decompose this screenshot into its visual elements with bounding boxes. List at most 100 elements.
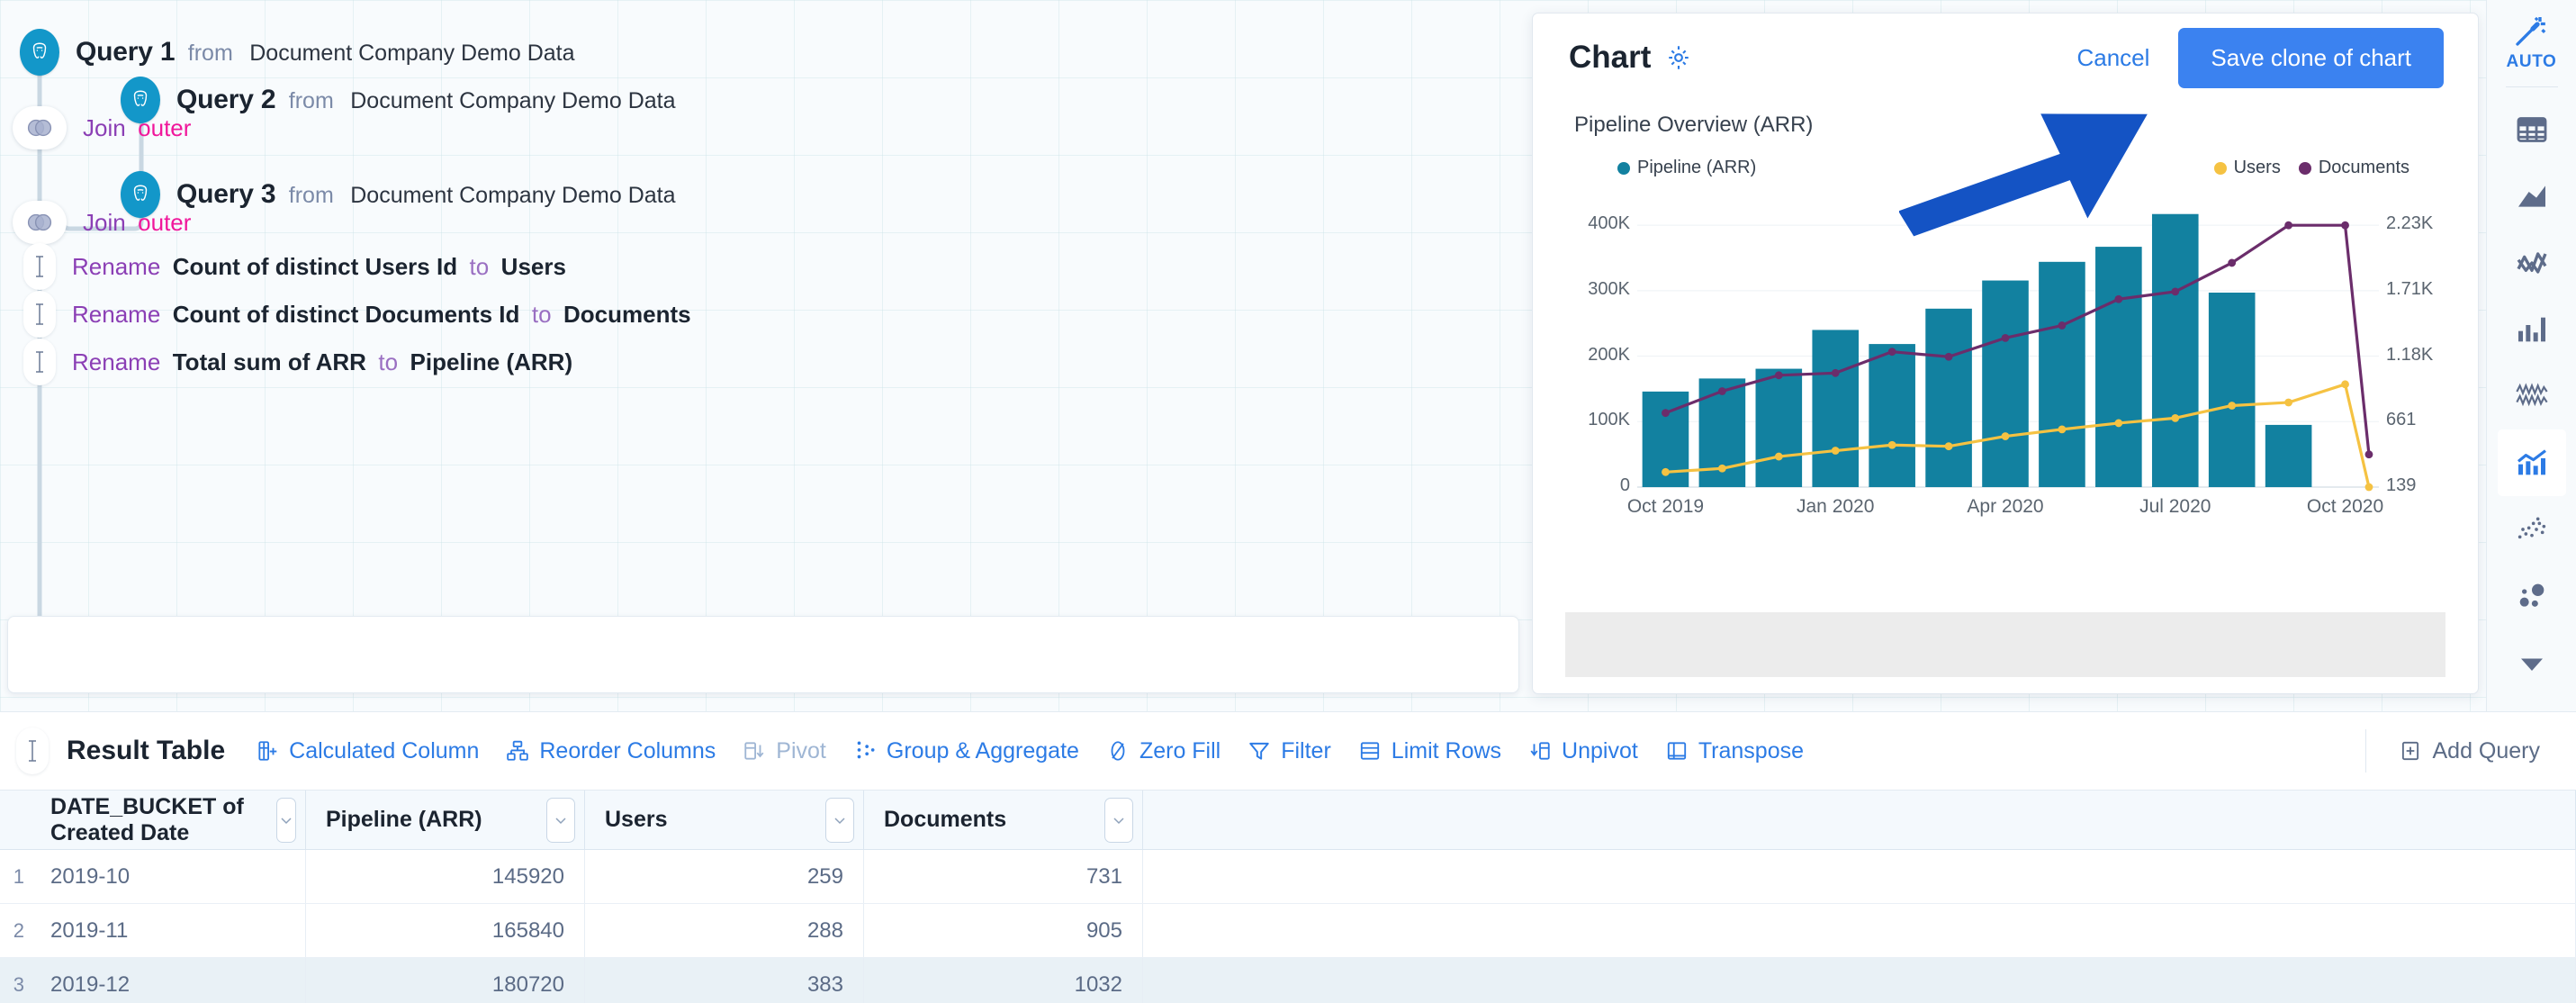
rename-source-column: Count of distinct Documents Id	[172, 300, 520, 328]
group-aggregate-label: Group & Aggregate	[886, 737, 1079, 764]
limit-rows-button[interactable]: Limit Rows	[1358, 738, 1501, 764]
chevron-down-icon[interactable]	[825, 797, 854, 843]
cell-pipeline-arr: 145920	[306, 850, 585, 903]
tree-node-rename-documents[interactable]: Rename Count of distinct Documents Id to…	[23, 289, 691, 339]
cell-users: 288	[585, 904, 864, 957]
tree-node-join-1[interactable]: Join outer	[13, 103, 191, 153]
cell-pipeline-arr: 180720	[306, 958, 585, 1003]
rail-item-bar-chart[interactable]	[2498, 296, 2566, 363]
tree-node-query-2[interactable]: Query 2 from Document Company Demo Data	[121, 75, 676, 125]
cancel-button[interactable]: Cancel	[2073, 39, 2153, 77]
column-header-label: Documents	[884, 807, 1007, 832]
rail-item-area-chart[interactable]	[2498, 163, 2566, 230]
chart-panel-actions: Cancel Save clone of chart	[2073, 27, 2444, 88]
result-table-title: Result Table	[67, 736, 226, 765]
column-header-documents[interactable]: Documents	[864, 791, 1143, 849]
chart-panel-title: Chart	[1569, 40, 1652, 75]
row-number: 2	[13, 918, 24, 942]
column-header-date-bucket[interactable]: DATE_BUCKET of Created Date	[31, 791, 306, 849]
rail-item-scatter-chart[interactable]	[2498, 496, 2566, 563]
chart-plot-area[interactable]: 0 100K 200K 300K 400K 139 661 1.18K 1.71K 2.23K …	[1565, 194, 2445, 545]
calculated-column-label: Calculated Column	[289, 737, 480, 764]
tree-node-query-3[interactable]: Query 3 from Document Company Demo Data	[121, 169, 676, 220]
tree-node-join-2[interactable]: Join outer	[13, 197, 191, 248]
query-from-label: from	[187, 41, 233, 66]
group-aggregate-button[interactable]: Group & Aggregate	[853, 738, 1079, 764]
query-tree: Query 1 from Document Company Demo Data …	[0, 0, 1530, 711]
y-left-tick: 0	[1619, 475, 1630, 495]
rail-item-more[interactable]	[2498, 629, 2566, 696]
column-header-empty	[1143, 791, 2576, 849]
save-clone-of-chart-button[interactable]: Save clone of chart	[2178, 27, 2444, 88]
rename-label: Rename	[72, 348, 161, 375]
reorder-columns-button[interactable]: Reorder Columns	[506, 738, 716, 764]
y-left-tick: 100K	[1588, 410, 1630, 430]
legend-group-left: Pipeline (ARR)	[1617, 158, 1756, 179]
join-icon	[13, 106, 67, 149]
legend-item-users[interactable]: Users	[2213, 158, 2281, 178]
join-label: Join	[83, 208, 126, 236]
reorder-columns-icon	[507, 740, 529, 761]
gear-icon[interactable]	[1665, 44, 1692, 71]
chart-legend: Pipeline (ARR) Users Documents	[1574, 158, 2436, 188]
combo-chart-icon	[2517, 449, 2546, 475]
transpose-button[interactable]: Transpose	[1665, 738, 1804, 764]
chart-panel: Chart Cancel Save clone of chart Pipelin…	[1532, 13, 2479, 694]
chevron-down-icon[interactable]	[275, 797, 296, 843]
x-axis-tick: Jan 2020	[1797, 496, 1875, 517]
rename-icon	[23, 339, 56, 385]
add-query-button[interactable]: Add Query	[2399, 738, 2540, 764]
y-right-tick: 1.18K	[2386, 345, 2434, 366]
table-row[interactable]: 2 2019-11 165840 288 905	[0, 904, 2576, 958]
area-chart-icon	[2517, 185, 2545, 207]
chevron-down-icon[interactable]	[546, 797, 575, 843]
table-row[interactable]: 1 2019-10 145920 259 731	[0, 850, 2576, 904]
rename-to-label: to	[531, 300, 552, 328]
rename-label: Rename	[72, 300, 161, 328]
rail-item-line-chart[interactable]	[2498, 230, 2566, 296]
legend-dot-documents	[2298, 161, 2311, 175]
table-row[interactable]: 3 2019-12 180720 383 1032	[0, 958, 2576, 1003]
chart-panel-footer	[1565, 612, 2445, 677]
filter-button[interactable]: Filter	[1247, 738, 1331, 764]
tree-node-rename-users[interactable]: Rename Count of distinct Users Id to Use…	[23, 241, 566, 292]
cell-documents: 1032	[864, 958, 1143, 1003]
unpivot-button[interactable]: Unpivot	[1528, 738, 1638, 764]
legend-label-pipeline: Pipeline (ARR)	[1637, 158, 1757, 177]
query-title: Query 3	[176, 179, 276, 209]
rail-item-auto[interactable]: AUTO	[2507, 13, 2557, 72]
unpivot-label: Unpivot	[1562, 737, 1638, 764]
scatter-chart-icon	[2517, 517, 2545, 539]
tree-node-rename-pipeline[interactable]: Rename Total sum of ARR to Pipeline (ARR…	[23, 337, 572, 387]
legend-dot-users	[2213, 161, 2227, 175]
chart-title: Pipeline Overview (ARR)	[1574, 113, 1814, 137]
legend-item-documents[interactable]: Documents	[2298, 158, 2409, 178]
calculated-column-button[interactable]: Calculated Column	[256, 738, 479, 764]
legend-dot-pipeline	[1617, 161, 1630, 175]
y-right-tick: 661	[2386, 410, 2417, 430]
join-type: outer	[138, 113, 192, 141]
transpose-label: Transpose	[1698, 737, 1804, 764]
bar-chart-icon	[2517, 317, 2545, 342]
chart-type-rail: AUTO	[2486, 0, 2576, 711]
tree-node-query-1[interactable]: Query 1 from Document Company Demo Data	[20, 27, 575, 77]
column-header-users[interactable]: Users	[585, 791, 864, 849]
row-number: 1	[13, 864, 24, 888]
x-axis-tick: Oct 2019	[1626, 496, 1705, 517]
rail-item-combo-chart[interactable]	[2497, 429, 2566, 496]
rail-item-bubble-chart[interactable]	[2498, 563, 2566, 629]
row-number: 3	[13, 972, 24, 996]
column-header-pipeline-arr[interactable]: Pipeline (ARR)	[306, 791, 585, 849]
chevron-down-icon[interactable]	[1104, 797, 1133, 843]
query-title: Query 2	[176, 85, 276, 114]
rail-item-sparkline-chart[interactable]	[2498, 363, 2566, 429]
zero-fill-button[interactable]: Zero Fill	[1106, 738, 1220, 764]
add-query-label: Add Query	[2432, 737, 2540, 764]
column-header-label: Users	[605, 807, 668, 832]
legend-item-pipeline[interactable]: Pipeline (ARR)	[1617, 158, 1756, 178]
app-root: Query 1 from Document Company Demo Data …	[0, 0, 2576, 1003]
rename-icon	[16, 727, 49, 774]
legend-label-users: Users	[2233, 158, 2281, 177]
cell-documents: 731	[864, 850, 1143, 903]
rail-item-table-chart[interactable]	[2498, 96, 2566, 163]
